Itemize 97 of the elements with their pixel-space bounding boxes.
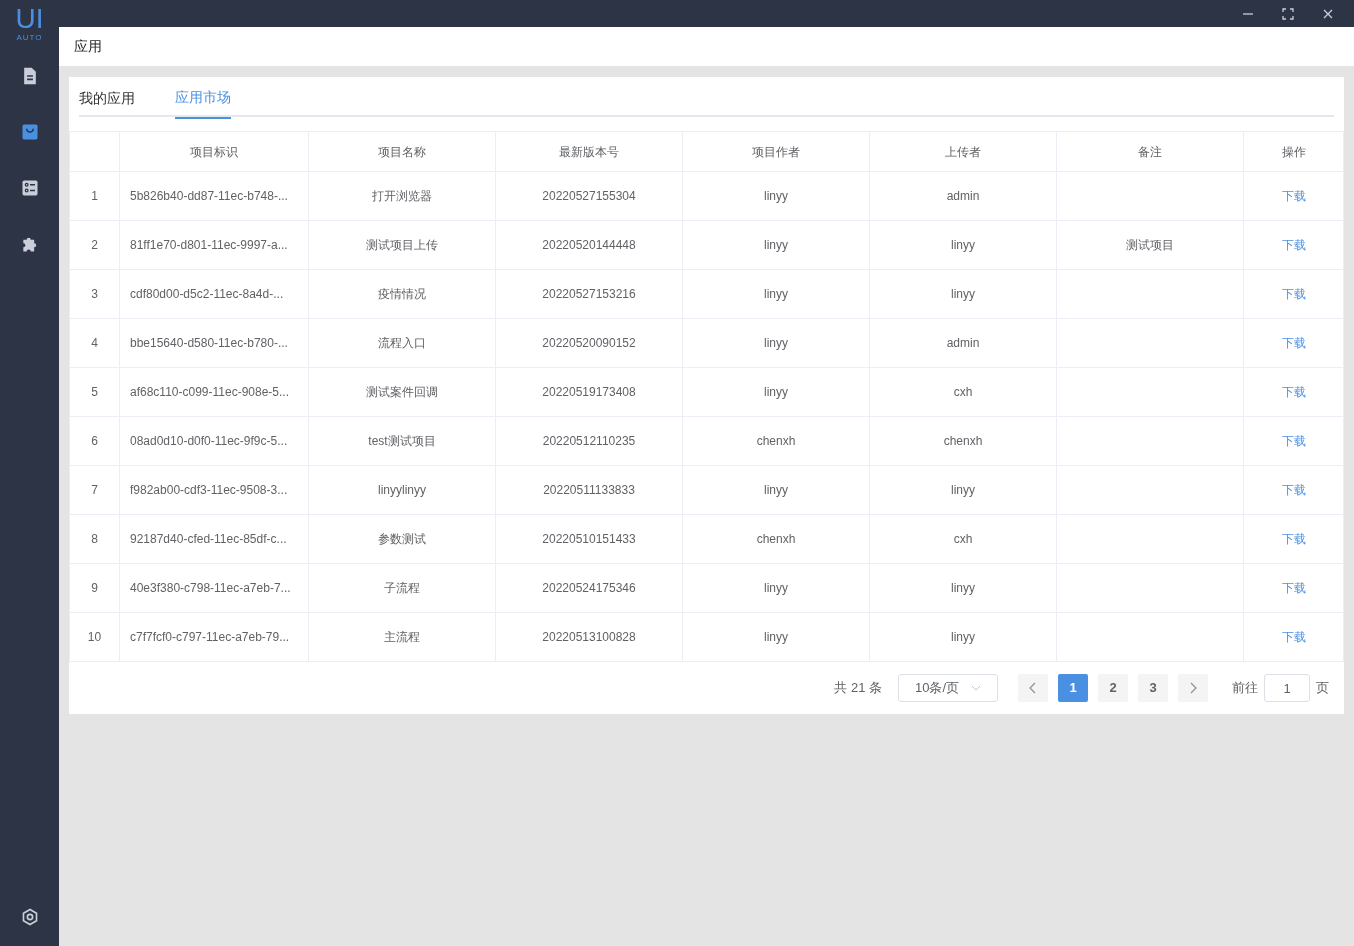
table-cell: 20220527155304 xyxy=(542,189,636,203)
table-cell: 20220512110235 xyxy=(542,434,636,448)
table-cell: 主流程 xyxy=(384,630,420,644)
table-cell: 8 xyxy=(91,532,98,546)
page-input[interactable]: 1 xyxy=(1264,674,1310,702)
page-button[interactable]: 1 xyxy=(1058,674,1088,702)
table-cell: 20220519173408 xyxy=(542,385,636,399)
download-link[interactable]: 下载 xyxy=(1281,385,1306,399)
table-cell: 92187d40-cfed-11ec-85df-c... xyxy=(130,532,287,546)
close-icon[interactable] xyxy=(1322,7,1334,20)
table-cell: c7f7fcf0-c797-11ec-a7eb-79... xyxy=(130,630,290,644)
table-cell: 08ad0d10-d0f0-11ec-9f9c-5... xyxy=(130,434,288,448)
table-cell: 疫情情况 xyxy=(378,287,426,301)
page-button[interactable]: 2 xyxy=(1098,674,1128,702)
table-cell: test测试项目 xyxy=(368,434,436,448)
table-cell: bbe15640-d580-11ec-b780-... xyxy=(130,336,288,350)
table-cell: 81ff1e70-d801-11ec-9997-a... xyxy=(130,238,288,252)
table-cell: linyy xyxy=(951,287,975,301)
chevron-right-icon xyxy=(1189,682,1197,694)
column-header: 项目标识 xyxy=(190,144,238,159)
table-cell: chenxh xyxy=(756,532,796,546)
table-cell: linyy xyxy=(764,336,788,350)
table-cell: 打开浏览器 xyxy=(372,189,432,203)
table-cell: 40e3f380-c798-11ec-a7eb-7... xyxy=(130,581,291,595)
tab[interactable]: 我的应用 xyxy=(79,87,135,119)
goto-label: 前往 xyxy=(1232,679,1258,698)
table-cell: linyy xyxy=(764,189,788,203)
column-header: 最新版本号 xyxy=(559,144,619,159)
table-cell: linyy xyxy=(951,483,975,497)
table-cell: cxh xyxy=(953,532,973,546)
table-cell: linyy xyxy=(951,630,975,644)
table-cell: admin xyxy=(946,336,980,350)
table-cell: 20220524175346 xyxy=(542,581,636,595)
table-cell: chenxh xyxy=(756,434,796,448)
table-cell: 20220520090152 xyxy=(542,336,636,350)
table-cell: f982ab00-cdf3-11ec-9508-3... xyxy=(130,483,288,497)
download-link[interactable]: 下载 xyxy=(1281,189,1306,203)
table-cell: linyy xyxy=(764,287,788,301)
table-cell: 流程入口 xyxy=(378,336,426,350)
table-cell: linyy xyxy=(951,238,975,252)
table-cell: cxh xyxy=(953,385,973,399)
table-cell: 9 xyxy=(91,581,98,595)
chevron-down-icon xyxy=(971,685,981,691)
table-cell: 3 xyxy=(91,287,98,301)
download-link[interactable]: 下载 xyxy=(1281,483,1306,497)
download-link[interactable]: 下载 xyxy=(1281,434,1306,448)
table-cell: 参数测试 xyxy=(378,532,426,546)
table-cell: 20220513100828 xyxy=(542,630,636,644)
chevron-left-icon xyxy=(1029,682,1037,694)
table-cell: 2 xyxy=(91,238,98,252)
tab[interactable]: 应用市场 xyxy=(175,87,231,119)
table-cell: 1 xyxy=(91,189,98,203)
download-link[interactable]: 下载 xyxy=(1281,336,1306,350)
download-link[interactable]: 下载 xyxy=(1281,532,1306,546)
table-cell: 测试项目 xyxy=(1126,238,1174,252)
table-cell: 4 xyxy=(91,336,98,350)
logo-subtitle: AUTO xyxy=(16,33,43,42)
table-cell: linyy xyxy=(764,581,788,595)
table-cell: admin xyxy=(946,189,980,203)
table-cell: linyylinyy xyxy=(378,483,426,497)
settings-icon[interactable] xyxy=(20,908,39,926)
maximize-icon[interactable] xyxy=(1282,7,1294,20)
table-cell: af68c110-c099-11ec-908e-5... xyxy=(130,385,289,399)
table-cell: 10 xyxy=(87,630,102,644)
column-header: 上传者 xyxy=(945,144,981,159)
table-cell: 20220510151433 xyxy=(542,532,636,546)
page-size-select[interactable]: 10条/页 xyxy=(898,674,998,702)
table-cell: chenxh xyxy=(943,434,983,448)
table-cell: linyy xyxy=(951,581,975,595)
table-cell: 测试案件回调 xyxy=(366,385,438,399)
table-cell: linyy xyxy=(764,238,788,252)
logo-title: UI xyxy=(15,5,44,33)
table-cell: 20220527153216 xyxy=(542,287,636,301)
table-cell: 6 xyxy=(91,434,98,448)
table-cell: 子流程 xyxy=(384,581,420,595)
total-count: 共 21 条 xyxy=(834,679,882,698)
table-cell: 5b826b40-dd87-11ec-b748-... xyxy=(130,189,288,203)
page-button[interactable]: 3 xyxy=(1138,674,1168,702)
download-link[interactable]: 下载 xyxy=(1281,238,1306,252)
table-cell: 20220511133833 xyxy=(543,483,635,497)
goto-suffix: 页 xyxy=(1316,679,1329,698)
table-cell: linyy xyxy=(764,483,788,497)
table-cell: 5 xyxy=(91,385,98,399)
table-cell: linyy xyxy=(764,630,788,644)
column-header: 项目名称 xyxy=(378,144,426,159)
download-link[interactable]: 下载 xyxy=(1281,630,1306,644)
table-cell: linyy xyxy=(764,385,788,399)
table-cell: 20220520144448 xyxy=(542,238,636,252)
download-link[interactable]: 下载 xyxy=(1281,581,1306,595)
table-cell: 7 xyxy=(91,483,98,497)
table-cell: 测试项目上传 xyxy=(366,238,438,252)
column-header: 备注 xyxy=(1138,144,1162,159)
column-header: 项目作者 xyxy=(752,144,800,159)
column-header: 操作 xyxy=(1281,144,1306,159)
download-link[interactable]: 下载 xyxy=(1281,287,1306,301)
table-cell: cdf80d00-d5c2-11ec-8a4d-... xyxy=(130,287,284,301)
page-title: 应用 xyxy=(74,37,102,56)
